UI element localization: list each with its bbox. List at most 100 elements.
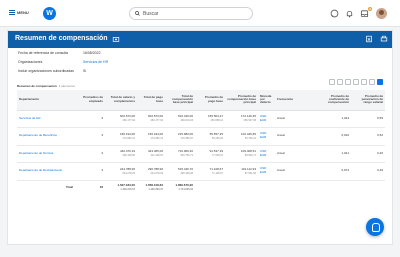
cell-subvalue: 150.058,13 — [210, 119, 223, 123]
cell-employees: 3 — [75, 127, 105, 146]
cell-subvalue: 1.460.390,27 — [148, 188, 163, 192]
item-count: 4 elementos — [58, 84, 76, 88]
menu-label: MENU — [17, 10, 29, 15]
cell-ratio: 0,974 — [315, 162, 351, 181]
related-actions-icon[interactable] — [112, 35, 120, 43]
column-header[interactable]: Promedio de coeficiente de compensación — [315, 90, 351, 111]
currency-link[interactable]: EUR — [260, 153, 273, 158]
search-bar[interactable] — [129, 7, 253, 20]
cell-subvalue: 54.760,12 — [244, 136, 256, 140]
empty-cell — [258, 180, 275, 195]
inbox-badge: 2 — [368, 7, 372, 11]
cell-value: 716.009,20 — [177, 149, 193, 154]
empty-cell — [195, 180, 225, 195]
fullscreen-icon[interactable] — [369, 79, 375, 85]
section-title-text: Resumen de compensación — [17, 84, 57, 88]
page-title: Resumen de compensación — [15, 35, 108, 42]
table-row: Servicios de HR 3 602.573,00 460.177,64 6… — [17, 110, 385, 128]
cell-employees: 3 — [75, 110, 105, 128]
cell-currency: USD EUR — [258, 127, 275, 146]
department-link[interactable]: Departamento de Beneficios — [17, 127, 75, 146]
column-header[interactable]: Promedios de empleado — [75, 90, 105, 111]
column-settings-icon[interactable] — [361, 79, 367, 85]
prompt-row-date: Fecha de referencia de consulta 16/08/20… — [18, 51, 101, 55]
chart-icon[interactable] — [353, 79, 359, 85]
organization-link[interactable]: Servicios de HR — [83, 60, 108, 64]
department-link[interactable]: Departamento de Nómina — [17, 145, 75, 163]
cell-comp: 515.446,70 426.446,28 — [165, 162, 195, 181]
cell-salary: 602.573,00 460.177,64 — [105, 110, 137, 128]
export-icon[interactable] — [329, 79, 335, 85]
department-link[interactable]: Departamento de Reclutamiento — [17, 162, 75, 181]
cell-subvalue: 540.750,71 — [180, 154, 193, 158]
column-header[interactable]: Total de salario y complementos — [105, 90, 137, 111]
cell-currency: USD EUR — [258, 145, 275, 163]
column-header[interactable]: Total de pago base — [137, 90, 165, 111]
field-value-subordinates: Sí — [83, 69, 87, 73]
column-header[interactable]: Total de compensación base principal — [165, 90, 195, 111]
cell-value: 55.557,35 — [209, 131, 223, 136]
table-row: Departamento de Beneficios 3 156.194,00 1… — [17, 127, 385, 146]
field-label: Incluir organizaciones subordinadas — [18, 69, 74, 73]
filter-icon[interactable] — [337, 79, 343, 85]
currency-link[interactable]: EUR — [260, 170, 273, 175]
total-base: 1.658.318,62 1.460.390,27 — [137, 180, 165, 195]
cell-subvalue: 156.537,68 — [243, 119, 256, 123]
cell-salary: 156.194,00 174.082,12 — [105, 127, 137, 146]
cell-avgbase: 155.504,27 150.058,13 — [195, 110, 225, 128]
cell-value: 101.112,93 — [241, 166, 256, 171]
empty-cell — [225, 180, 258, 195]
cell-salary: 440.470,19 406.108,50 — [105, 145, 137, 163]
inbox-button[interactable]: 2 — [360, 7, 372, 18]
currency-link[interactable]: EUR — [260, 135, 273, 140]
cell-employees: 3 — [75, 162, 105, 181]
top-bar: MENU W 2 — [0, 0, 400, 27]
cell-subvalue: 89.600,71 — [244, 154, 256, 158]
cell-ratio: 0,916 — [315, 127, 351, 146]
cell-subvalue: 460.177,64 — [122, 119, 135, 123]
cell-subvalue: 244.278,29 — [150, 171, 163, 175]
cell-currency: USD EUR — [258, 162, 275, 181]
column-header[interactable]: Promedio de pago base — [195, 90, 225, 111]
cell-value: 102.446,65 — [240, 131, 256, 136]
table-view-icon[interactable] — [377, 79, 383, 85]
cell-avgcomp: 109.408,51 89.600,71 — [225, 145, 258, 163]
column-header[interactable]: Promedio de compensación base principal — [225, 90, 258, 111]
compensation-table: Departamento Promedios de empleado Total… — [17, 90, 385, 195]
menu-button[interactable]: MENU — [9, 10, 29, 15]
cell-value: 91.537,39 — [209, 149, 223, 154]
export-excel-icon[interactable] — [365, 35, 373, 43]
column-header[interactable]: Frecuencia — [275, 90, 315, 111]
cell-value: 244.788,96 — [119, 166, 135, 171]
cell-penetration: 0,59 — [351, 110, 385, 128]
sort-icon[interactable] — [345, 79, 351, 85]
print-icon[interactable] — [380, 35, 388, 43]
empty-cell — [275, 180, 315, 195]
cell-subvalue: 87.521,90 — [244, 171, 256, 175]
cell-subvalue: 406.108,50 — [122, 154, 135, 158]
cell-ratio: 1,044 — [315, 110, 351, 128]
chat-icon[interactable] — [330, 9, 339, 18]
table-header-row: Departamento Promedios de empleado Total… — [17, 90, 385, 111]
cell-avgbase: 55.557,35 50.226,04 — [195, 127, 225, 146]
workday-logo[interactable]: W — [43, 7, 56, 20]
assistant-chat-button[interactable] — [366, 218, 384, 236]
department-link[interactable]: Servicios de HR — [17, 110, 75, 128]
user-avatar[interactable] — [376, 8, 387, 19]
notifications-icon[interactable] — [345, 9, 354, 18]
cell-value: 440.470,19 — [119, 149, 135, 154]
cell-subvalue: 460.177,64 — [150, 119, 163, 123]
report-header: Resumen de compensación — [8, 31, 392, 48]
total-row: Total 18 1.627.333,00 1.449.316,54 1.658.… — [17, 180, 385, 195]
cell-value: 516.440,00 — [177, 114, 193, 119]
cell-subvalue: 1.449.316,54 — [120, 188, 135, 192]
cell-subvalue: 1.714.665,94 — [178, 188, 193, 192]
search-input[interactable] — [143, 10, 243, 17]
total-label: Total — [66, 184, 73, 189]
column-header[interactable]: Moneda por defecto — [258, 90, 275, 111]
column-header[interactable]: Departamento — [17, 90, 75, 111]
empty-cell — [351, 180, 385, 195]
currency-link[interactable]: EUR — [260, 118, 273, 123]
table-toolbar — [329, 79, 383, 85]
column-header[interactable]: Promedio de penetración de rango salaria… — [351, 90, 385, 111]
